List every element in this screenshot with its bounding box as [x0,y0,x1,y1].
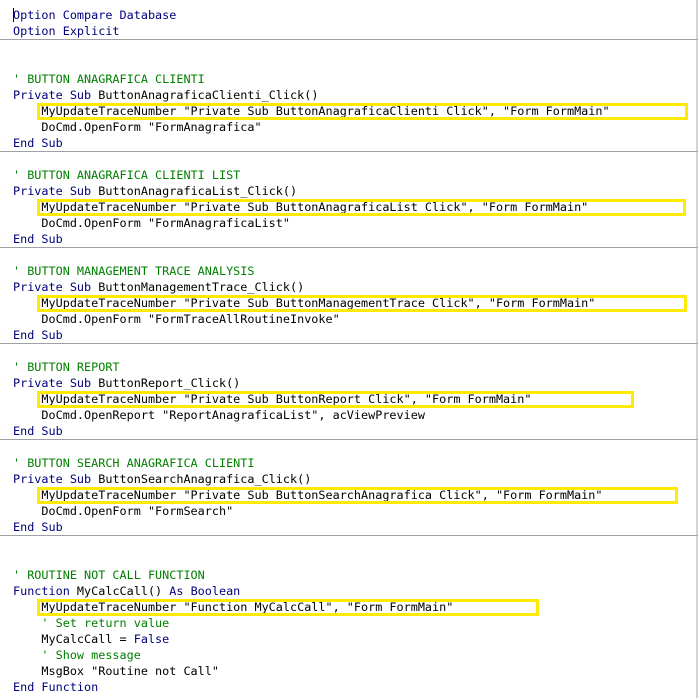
code-line[interactable]: End Sub [0,135,698,151]
code-line[interactable]: ' BUTTON SEARCH ANAGRAFICA CLIENTI [0,455,698,471]
code-text: DoCmd.OpenForm "FormSearch" [13,504,234,518]
code-text: MsgBox "Routine not Call" [13,664,219,678]
code-line[interactable] [0,551,698,567]
code-keyword: As Boolean [169,584,241,598]
code-text: MyUpdateTraceNumber "Private Sub ButtonA… [13,104,610,118]
code-line[interactable]: Function MyCalcCall() As Boolean [0,583,698,599]
code-comment: ' BUTTON SEARCH ANAGRAFICA CLIENTI [13,456,255,470]
code-text: MyCalcCall = [13,632,134,646]
code-keyword: End Sub [13,328,63,342]
code-line[interactable]: DoCmd.OpenForm "FormTraceAllRoutineInvok… [0,311,698,327]
code-line[interactable]: MyUpdateTraceNumber "Private Sub ButtonA… [0,103,698,119]
code-line[interactable]: ' BUTTON MANAGEMENT TRACE ANALYSIS [0,263,698,279]
code-keyword: End Sub [13,424,63,438]
code-text: MyCalcCall() [69,584,170,598]
code-text: DoCmd.OpenReport "ReportAnagraficaList",… [13,408,425,422]
code-line[interactable]: MyUpdateTraceNumber "Private Sub ButtonR… [0,391,698,407]
code-line[interactable]: End Sub [0,231,698,247]
code-line[interactable]: MyCalcCall = False [0,631,698,647]
code-keyword: Private Sub [13,376,92,390]
code-line[interactable]: DoCmd.OpenReport "ReportAnagraficaList",… [0,407,698,423]
code-keyword: Private Sub [13,184,92,198]
code-keyword: End Function [13,680,99,694]
code-text: ButtonManagementTrace_Click() [91,280,305,294]
code-line[interactable]: ' BUTTON REPORT [0,359,698,375]
code-line[interactable] [0,247,698,263]
code-line[interactable]: ' ROUTINE NOT CALL FUNCTION [0,567,698,583]
code-line[interactable]: Private Sub ButtonAnagraficaList_Click() [0,183,698,199]
code-comment: ' ROUTINE NOT CALL FUNCTION [13,568,205,582]
code-text: MyUpdateTraceNumber "Private Sub ButtonM… [13,296,596,310]
code-line[interactable]: MyUpdateTraceNumber "Function MyCalcCall… [0,599,698,615]
code-line[interactable]: DoCmd.OpenForm "FormSearch" [0,503,698,519]
code-line[interactable]: End Sub [0,423,698,439]
code-line[interactable]: ' Set return value [0,615,698,631]
code-text: ButtonReport_Click() [91,376,241,390]
code-keyword: Private Sub [13,472,92,486]
code-comment: ' BUTTON REPORT [13,360,120,374]
code-keyword: End Sub [13,232,63,246]
code-line[interactable]: DoCmd.OpenForm "FormAnagraficaList" [0,215,698,231]
code-editor[interactable]: Option Compare Database Option Explicit ' … [0,0,698,698]
code-line[interactable]: End Sub [0,519,698,535]
code-comment: ' Set return value [13,616,170,630]
code-line[interactable]: Private Sub ButtonReport_Click() [0,375,698,391]
code-text: ButtonSearchAnagrafica_Click() [91,472,312,486]
code-line[interactable]: MyUpdateTraceNumber "Private Sub ButtonM… [0,295,698,311]
code-line[interactable] [0,55,698,71]
code-line[interactable]: MyUpdateTraceNumber "Private Sub ButtonA… [0,199,698,215]
code-line[interactable]: ' BUTTON ANAGRAFICA CLIENTI [0,71,698,87]
code-line[interactable]: ' Show message [0,647,698,663]
code-comment: ' BUTTON ANAGRAFICA CLIENTI LIST [13,168,241,182]
code-line[interactable] [0,39,698,55]
code-text: ButtonAnagraficaList_Click() [91,184,298,198]
code-line[interactable]: Option Compare Database [0,7,698,23]
code-comment: ' BUTTON ANAGRAFICA CLIENTI [13,72,205,86]
code-line[interactable] [0,439,698,455]
code-text: DoCmd.OpenForm "FormAnagrafica" [13,120,262,134]
code-keyword: Private Sub [13,88,92,102]
code-keyword: Option Explicit [13,24,120,38]
code-keyword: Private Sub [13,280,92,294]
code-line[interactable] [0,151,698,167]
code-line[interactable]: ' BUTTON ANAGRAFICA CLIENTI LIST [0,167,698,183]
code-line[interactable]: End Function [0,679,698,695]
code-line[interactable]: MyUpdateTraceNumber "Private Sub ButtonS… [0,487,698,503]
code-comment: ' Show message [13,648,141,662]
code-keyword: End Sub [13,136,63,150]
code-keyword: False [133,632,170,646]
code-line[interactable]: Private Sub ButtonAnagraficaClienti_Clic… [0,87,698,103]
code-text: MyUpdateTraceNumber "Private Sub ButtonS… [13,488,603,502]
code-text: DoCmd.OpenForm "FormAnagraficaList" [13,216,290,230]
code-keyword: Option Compare Database [13,8,177,22]
code-line[interactable]: End Sub [0,327,698,343]
code-text: MyUpdateTraceNumber "Private Sub ButtonA… [13,200,589,214]
code-line[interactable]: Private Sub ButtonSearchAnagrafica_Click… [0,471,698,487]
code-text: MyUpdateTraceNumber "Private Sub ButtonR… [13,392,532,406]
code-line[interactable]: Private Sub ButtonManagementTrace_Click(… [0,279,698,295]
code-line[interactable]: DoCmd.OpenForm "FormAnagrafica" [0,119,698,135]
code-line[interactable] [0,343,698,359]
code-line[interactable]: Option Explicit [0,23,698,39]
code-text: ButtonAnagraficaClienti_Click() [91,88,319,102]
code-line[interactable] [0,535,698,551]
code-keyword: End Sub [13,520,63,534]
code-text: MyUpdateTraceNumber "Function MyCalcCall… [13,600,454,614]
code-keyword: Function [13,584,70,598]
code-text: DoCmd.OpenForm "FormTraceAllRoutineInvok… [13,312,340,326]
code-comment: ' BUTTON MANAGEMENT TRACE ANALYSIS [13,264,255,278]
code-line[interactable]: MsgBox "Routine not Call" [0,663,698,679]
